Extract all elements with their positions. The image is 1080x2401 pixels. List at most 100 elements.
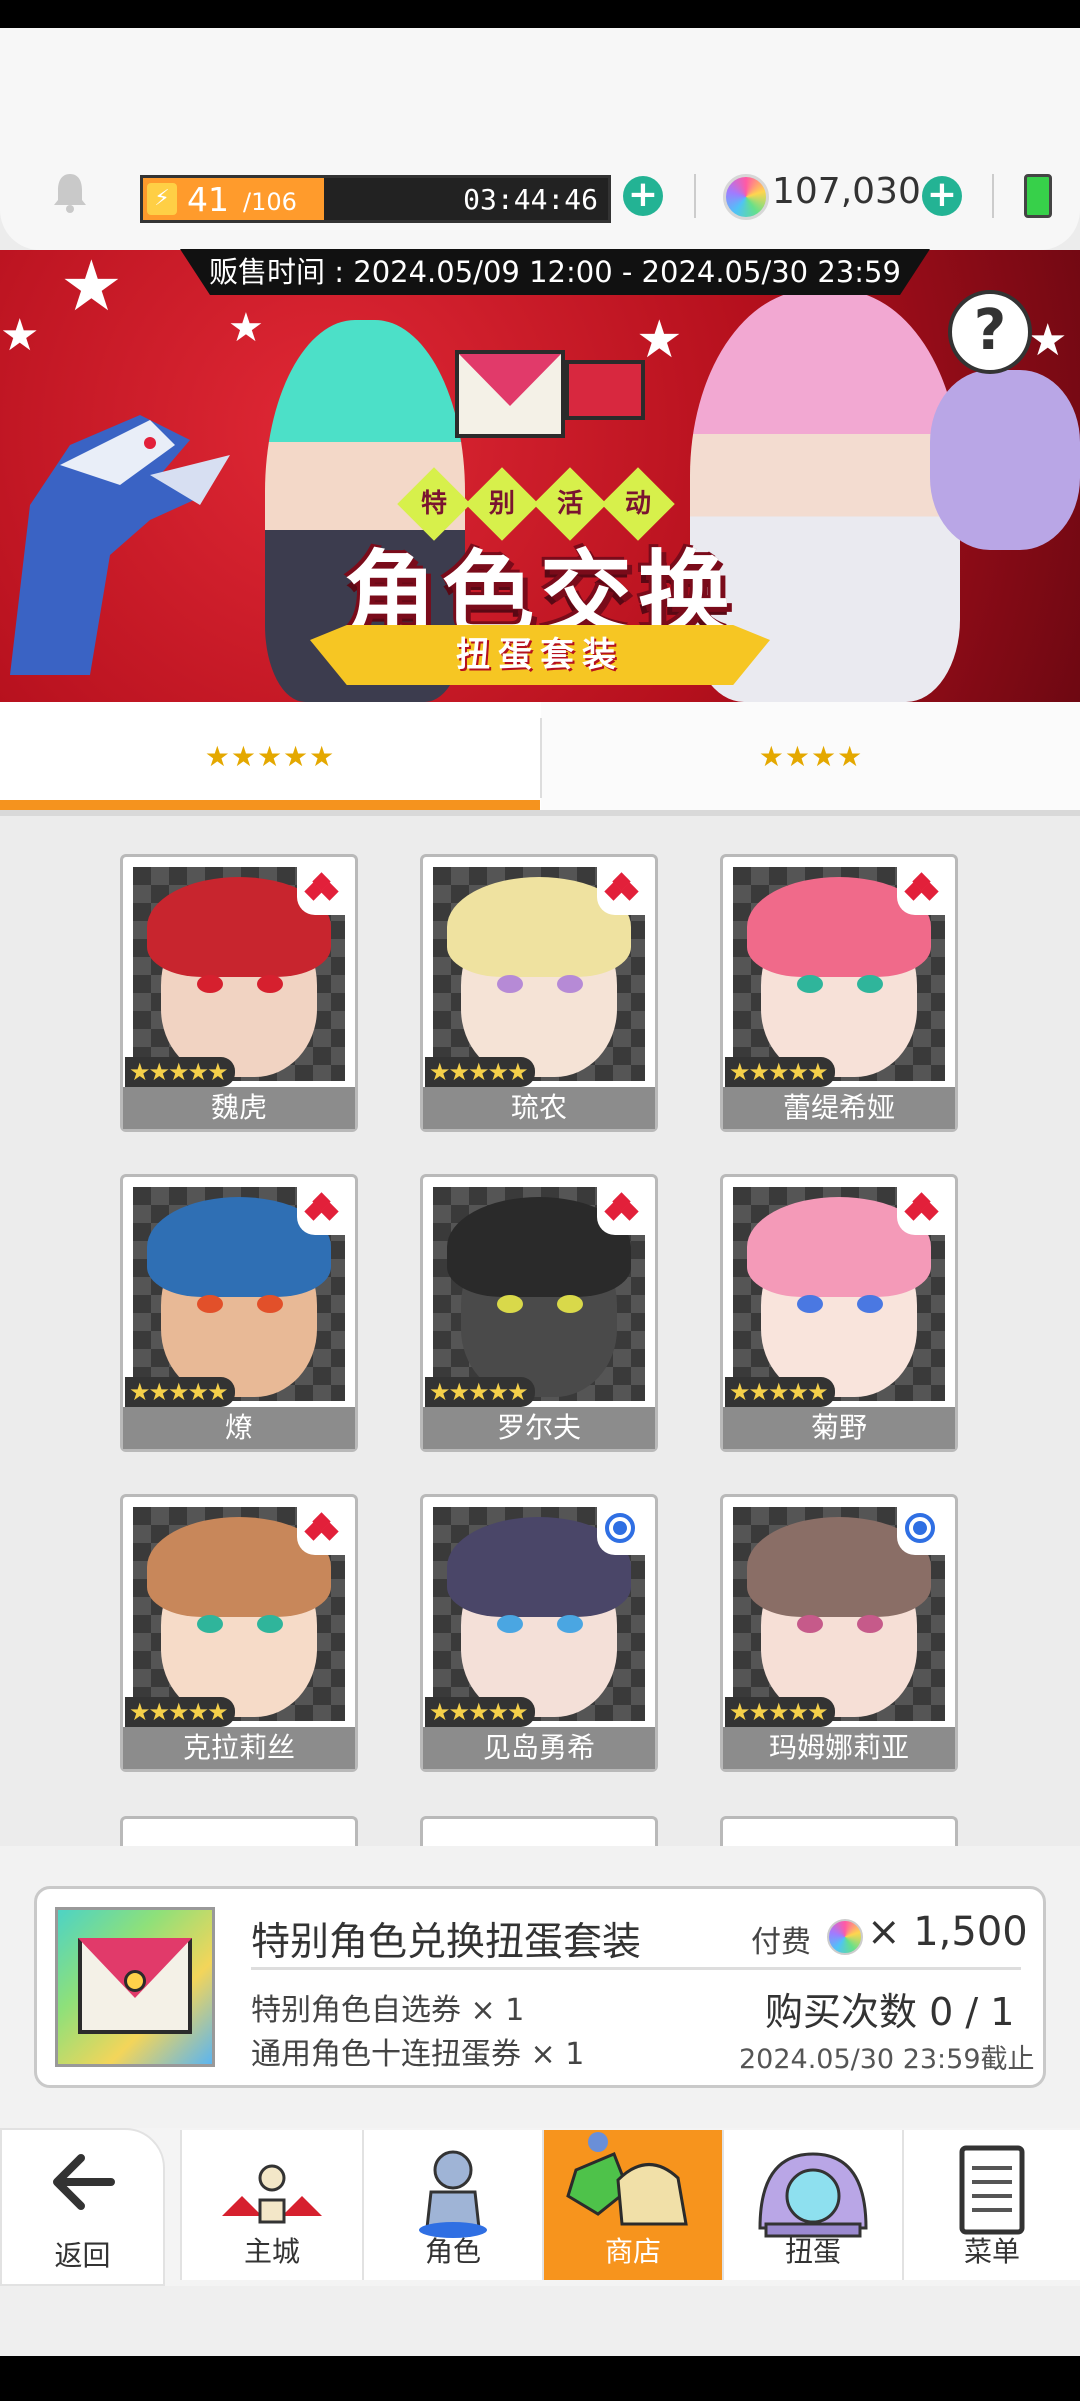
back-button[interactable]: 返回 (0, 2128, 165, 2286)
stamina-max: /106 (243, 188, 297, 216)
star-rating: ★★★★★ (125, 1377, 235, 1407)
help-button[interactable]: ? (948, 290, 1032, 374)
character-name: 燎 (123, 1407, 355, 1449)
character-card[interactable]: ★★★★★ 魏虎 (120, 854, 358, 1132)
star-rating: ★★★★★ (125, 1697, 235, 1727)
add-gems-button[interactable]: + (922, 176, 962, 216)
product-card[interactable]: 特别角色兑换扭蛋套装 特别角色自选券 × 1 通用角色十连扭蛋券 × 1 付费 … (34, 1886, 1046, 2088)
tab-divider (540, 718, 542, 798)
character-card[interactable]: ★★★★★ 琉农 (420, 854, 658, 1132)
star-rating: ★★★★★ (425, 1697, 535, 1727)
status-bar (0, 0, 1080, 28)
character-icon (419, 2150, 487, 2238)
battery-icon (1024, 174, 1052, 218)
castle-icon (222, 2164, 322, 2224)
back-label: 返回 (54, 2239, 111, 2272)
add-stamina-button[interactable]: + (623, 176, 663, 216)
nav-home[interactable]: 主城 (180, 2130, 362, 2280)
tab-five-star[interactable]: ★★★★★ (0, 702, 540, 814)
dragon-illustration (10, 415, 230, 675)
banner-subtitle: 扭蛋套装 (310, 625, 770, 685)
nav-character[interactable]: 角色 (362, 2130, 542, 2280)
character-name: 蕾缇希娅 (723, 1087, 955, 1129)
shop-icon (566, 2132, 688, 2226)
star-rating: ★★★★★ (725, 1377, 835, 1407)
lightning-icon: ⚡ (147, 183, 177, 215)
character-card[interactable]: ★★★★★ 玛姆娜莉亚 (720, 1494, 958, 1772)
red-diamond-rarity-icon (304, 1512, 339, 1547)
gem-icon (723, 174, 769, 220)
character-card[interactable]: ★★★★★ 罗尔夫 (420, 1174, 658, 1452)
product-item: 通用角色十连扭蛋券 × 1 (251, 2037, 585, 2072)
red-diamond-rarity-icon (304, 1192, 339, 1227)
mascot-illustration (930, 370, 1080, 550)
nav-shop[interactable]: 商店 (542, 2130, 722, 2280)
notification-bell-icon[interactable] (48, 170, 92, 214)
character-card[interactable]: ★★★★★ 见岛勇希 (420, 1494, 658, 1772)
rarity-corner (297, 867, 345, 915)
rarity-corner (597, 1187, 645, 1235)
price-value: × 1,500 (867, 1909, 1028, 1955)
nav-menu-label: 菜单 (963, 2235, 1020, 2268)
character-card[interactable]: ★★★★★ 克拉莉丝 (120, 1494, 358, 1772)
star-rating: ★★★★★ (425, 1377, 535, 1407)
gacha-icon (758, 2152, 868, 2238)
purchase-count: 购买次数 0 / 1 (765, 1990, 1015, 2034)
envelope-seal-icon (124, 1970, 146, 1992)
rarity-corner (897, 867, 945, 915)
character-name: 琉农 (423, 1087, 655, 1129)
gem-icon (827, 1919, 863, 1955)
character-portrait (433, 1187, 645, 1401)
star-decoration-icon: ★ (60, 250, 123, 327)
red-diamond-rarity-icon (604, 872, 639, 907)
character-name: 菊野 (723, 1407, 955, 1449)
system-nav-bar (0, 2356, 1080, 2401)
character-card[interactable]: ★★★★★ 菊野 (720, 1174, 958, 1452)
red-diamond-rarity-icon (304, 872, 339, 907)
character-portrait (433, 867, 645, 1081)
sale-period: 贩售时间 : 2024.05/09 12:00 - 2024.05/30 23:… (180, 249, 930, 295)
divider (992, 174, 994, 218)
divider (694, 174, 696, 218)
character-name: 见岛勇希 (423, 1727, 655, 1769)
product-name: 特别角色兑换扭蛋套装 (251, 1920, 642, 1965)
star-rating: ★★★★★ (725, 1697, 835, 1727)
tab-four-star[interactable]: ★★★★ (541, 702, 1080, 814)
character-portrait (133, 1507, 345, 1721)
menu-list-icon (959, 2145, 1025, 2235)
character-portrait (133, 867, 345, 1081)
rarity-tabs: ★★★★★ ★★★★ (0, 702, 1080, 814)
rarity-corner (897, 1187, 945, 1235)
nav-gacha[interactable]: 扭蛋 (722, 2130, 902, 2280)
character-name: 罗尔夫 (423, 1407, 655, 1449)
nav-home-label: 主城 (243, 2235, 300, 2268)
active-tab-indicator (0, 800, 540, 810)
stamina-bar: ⚡ 41 /106 03:44:46 (140, 175, 611, 223)
character-portrait (133, 1187, 345, 1401)
nav-menu[interactable]: 菜单 (902, 2130, 1080, 2280)
envelope-icon (455, 350, 565, 438)
nav-footer (0, 2286, 1080, 2356)
rarity-corner (897, 1507, 945, 1555)
red-diamond-rarity-icon (604, 1192, 639, 1227)
blue-circle-rarity-icon (905, 1513, 935, 1543)
back-arrow-icon (52, 2154, 115, 2210)
rarity-corner (297, 1507, 345, 1555)
character-portrait (733, 1187, 945, 1401)
blue-circle-rarity-icon (605, 1513, 635, 1543)
nav-character-label: 角色 (424, 2235, 481, 2268)
deadline: 2024.05/30 23:59截止 (739, 2044, 1035, 2075)
character-card[interactable]: ★★★★★ 燎 (120, 1174, 358, 1452)
red-diamond-rarity-icon (904, 872, 939, 907)
character-card[interactable]: ★★★★★ 蕾缇希娅 (720, 854, 958, 1132)
character-name: 玛姆娜莉亚 (723, 1727, 955, 1769)
rarity-corner (597, 1507, 645, 1555)
star-rating: ★★★★★ (725, 1057, 835, 1087)
star-rating: ★★★★★ (425, 1057, 535, 1087)
character-portrait (433, 1507, 645, 1721)
nav-shop-label: 商店 (604, 2235, 661, 2268)
gem-count: 107,030 (772, 171, 921, 212)
character-name: 克拉莉丝 (123, 1727, 355, 1769)
ticket-icon (565, 360, 645, 420)
character-name: 魏虎 (123, 1087, 355, 1129)
